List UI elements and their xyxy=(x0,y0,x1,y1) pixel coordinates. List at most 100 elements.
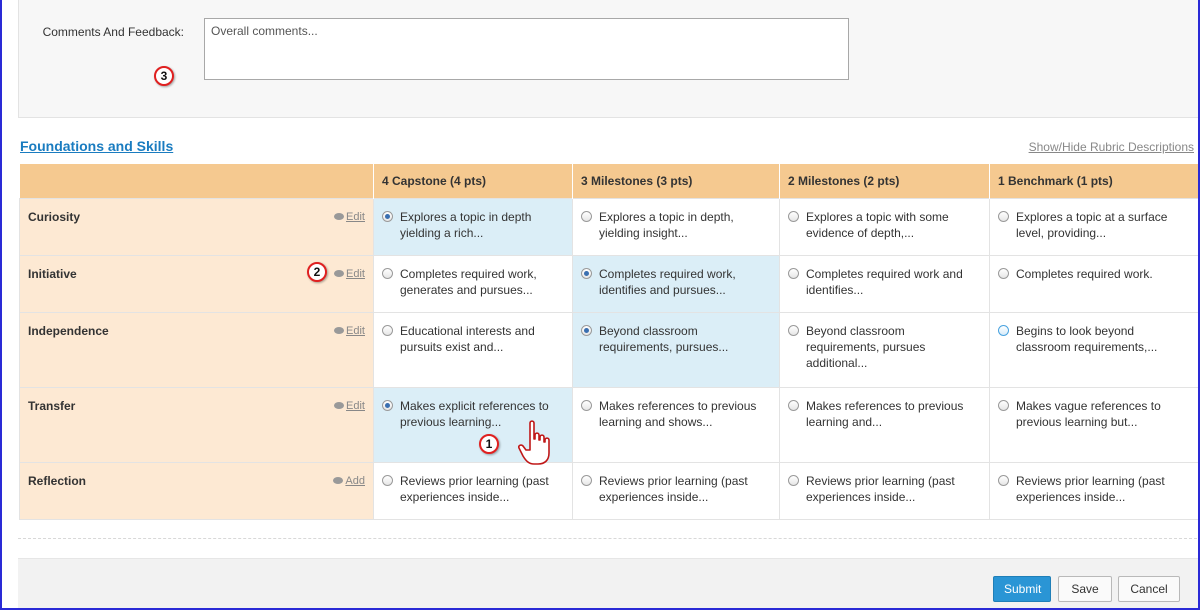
level-radio[interactable] xyxy=(581,210,592,222)
comment-bubble-icon xyxy=(334,269,345,277)
rubric-cell[interactable]: Begins to look beyond classroom requirem… xyxy=(989,311,1198,388)
criterion-cell: Curiosity Edit xyxy=(19,197,374,256)
rubric-cell[interactable]: Educational interests and pursuits exist… xyxy=(373,311,573,388)
submit-button[interactable]: Submit xyxy=(993,576,1051,602)
rubric-cell[interactable]: Reviews prior learning (past experiences… xyxy=(373,461,573,520)
rubric-cell[interactable]: Beyond classroom requirements, pursues..… xyxy=(572,311,780,388)
level-description: Beyond classroom requirements, pursues a… xyxy=(806,323,926,370)
comment-bubble-icon xyxy=(333,476,344,484)
edit-link-label: Edit xyxy=(346,399,365,412)
rubric-cell[interactable]: Makes references to previous learning an… xyxy=(572,386,780,463)
edit-link-label: Edit xyxy=(346,210,365,223)
comments-label: Comments And Feedback: xyxy=(19,24,184,40)
level-description: Reviews prior learning (past experiences… xyxy=(806,473,955,504)
rubric-header-row: 4 Capstone (4 pts) 3 Milestones (3 pts) … xyxy=(19,164,1198,198)
rubric-cell[interactable]: Beyond classroom requirements, pursues a… xyxy=(779,311,990,388)
section-divider xyxy=(18,538,1198,539)
hand-pointer-cursor-icon xyxy=(518,420,550,465)
level-description: Begins to look beyond classroom requirem… xyxy=(1016,323,1158,354)
comments-panel: Comments And Feedback: 3 xyxy=(18,0,1198,118)
level-radio[interactable] xyxy=(382,324,393,336)
level-description: Beyond classroom requirements, pursues..… xyxy=(599,323,729,354)
rubric-row-reflection: Reflection Add Reviews prior learning (p… xyxy=(19,461,1198,520)
add-link-label: Add xyxy=(345,474,365,487)
comment-bubble-icon xyxy=(334,326,345,334)
rubric-cell[interactable]: Makes vague references to previous learn… xyxy=(989,386,1198,463)
edit-comment-link[interactable]: Edit xyxy=(334,266,365,282)
rubric-cell[interactable]: Completes required work and identifies..… xyxy=(779,254,990,313)
level-radio[interactable] xyxy=(382,474,393,486)
level-radio[interactable] xyxy=(788,399,799,411)
level-description: Explores a topic with some evidence of d… xyxy=(806,209,949,240)
level-description: Reviews prior learning (past experiences… xyxy=(599,473,748,504)
level-radio[interactable] xyxy=(581,324,592,336)
level-radio[interactable] xyxy=(788,267,799,279)
criterion-header xyxy=(19,164,374,198)
level-description: Completes required work, generates and p… xyxy=(400,266,537,297)
rubric-cell[interactable]: Explores a topic with some evidence of d… xyxy=(779,197,990,256)
rubric-row-initiative: Initiative 2 Edit Completes required wor… xyxy=(19,254,1198,313)
rubric-cell[interactable]: Completes required work. xyxy=(989,254,1198,313)
criterion-name: Transfer xyxy=(28,398,76,413)
edit-comment-link[interactable]: Edit xyxy=(334,323,365,339)
criterion-name: Reflection xyxy=(28,473,87,488)
edit-comment-link[interactable]: Edit xyxy=(334,209,365,225)
level-radio[interactable] xyxy=(382,399,393,411)
rubric-cell[interactable]: Explores a topic in depth yielding a ric… xyxy=(373,197,573,256)
callout-1: 1 xyxy=(479,433,499,454)
rubric-cell[interactable]: Reviews prior learning (past experiences… xyxy=(572,461,780,520)
edit-comment-link[interactable]: Edit xyxy=(334,398,365,414)
criterion-cell: Transfer Edit xyxy=(19,386,374,463)
level-description: Completes required work. xyxy=(1016,266,1153,281)
rubric-cell[interactable]: Explores a topic in depth, yielding insi… xyxy=(572,197,780,256)
level-radio[interactable] xyxy=(581,399,592,411)
level-radio[interactable] xyxy=(998,399,1009,411)
level-radio[interactable] xyxy=(998,474,1009,486)
section-title-link[interactable]: Foundations and Skills xyxy=(20,138,173,154)
level-description: Reviews prior learning (past experiences… xyxy=(1016,473,1165,504)
level-header: 4 Capstone (4 pts) xyxy=(373,164,573,198)
rubric-cell[interactable]: Makes references to previous learning an… xyxy=(779,386,990,463)
rubric-table: 4 Capstone (4 pts) 3 Milestones (3 pts) … xyxy=(19,164,1198,520)
level-radio[interactable] xyxy=(788,210,799,222)
level-description: Makes references to previous learning an… xyxy=(806,398,964,429)
level-description: Educational interests and pursuits exist… xyxy=(400,323,535,354)
level-radio[interactable] xyxy=(382,267,393,279)
comment-bubble-icon xyxy=(334,212,345,220)
level-header: 3 Milestones (3 pts) xyxy=(572,164,780,198)
rubric-row-curiosity: Curiosity Edit Explores a topic in depth… xyxy=(19,197,1198,256)
rubric-cell[interactable]: Completes required work, identifies and … xyxy=(572,254,780,313)
level-radio[interactable] xyxy=(998,324,1009,336)
level-description: Explores a topic in depth, yielding insi… xyxy=(599,209,734,240)
rubric-row-independence: Independence Edit Educational interests … xyxy=(19,311,1198,388)
level-description: Reviews prior learning (past experiences… xyxy=(400,473,549,504)
comment-bubble-icon xyxy=(334,401,345,409)
level-description: Explores a topic at a surface level, pro… xyxy=(1016,209,1168,240)
edit-link-label: Edit xyxy=(346,324,365,337)
criterion-name: Curiosity xyxy=(28,209,81,224)
level-radio[interactable] xyxy=(998,210,1009,222)
level-header: 2 Milestones (2 pts) xyxy=(779,164,990,198)
save-button[interactable]: Save xyxy=(1058,576,1112,602)
comments-input[interactable] xyxy=(204,18,849,80)
rubric-cell[interactable]: Explores a topic at a surface level, pro… xyxy=(989,197,1198,256)
cancel-button[interactable]: Cancel xyxy=(1118,576,1180,602)
rubric-cell[interactable]: Reviews prior learning (past experiences… xyxy=(779,461,990,520)
level-description: Makes vague references to previous learn… xyxy=(1016,398,1161,429)
level-radio[interactable] xyxy=(581,267,592,279)
level-radio[interactable] xyxy=(788,324,799,336)
criterion-cell: Independence Edit xyxy=(19,311,374,388)
rubric-cell[interactable]: Completes required work, generates and p… xyxy=(373,254,573,313)
level-radio[interactable] xyxy=(581,474,592,486)
rubric-cell[interactable]: Reviews prior learning (past experiences… xyxy=(989,461,1198,520)
rubric-row-transfer: Transfer Edit Makes explicit references … xyxy=(19,386,1198,463)
level-radio[interactable] xyxy=(382,210,393,222)
show-hide-descriptions-link[interactable]: Show/Hide Rubric Descriptions xyxy=(1029,140,1194,154)
level-radio[interactable] xyxy=(998,267,1009,279)
level-description: Explores a topic in depth yielding a ric… xyxy=(400,209,532,240)
grading-form: Comments And Feedback: 3 Foundations and… xyxy=(0,0,1200,610)
criterion-cell: Initiative 2 Edit xyxy=(19,254,374,313)
level-radio[interactable] xyxy=(788,474,799,486)
level-description: Completes required work and identifies..… xyxy=(806,266,963,297)
add-comment-link[interactable]: Add xyxy=(333,473,365,489)
